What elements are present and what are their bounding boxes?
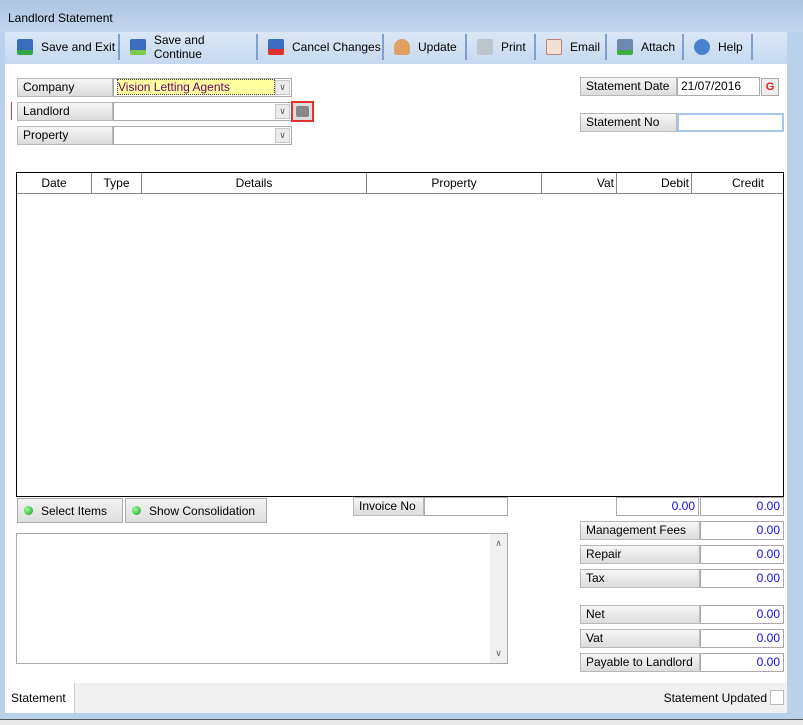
required-marker (11, 102, 12, 120)
email-icon (546, 39, 562, 55)
company-label: Company (17, 78, 113, 97)
address-book-icon (296, 106, 309, 117)
calendar-icon[interactable]: G (761, 78, 779, 96)
management-fees-value: 0.00 (700, 521, 784, 540)
column-header-property[interactable]: Property (367, 173, 542, 194)
toolbar: Save and Exit Save and Continue Cancel C… (5, 32, 787, 64)
taskbar-strip (0, 719, 803, 725)
show-consolidation-button[interactable]: Show Consolidation (125, 498, 267, 523)
column-header-vat[interactable]: Vat (542, 173, 617, 194)
save-continue-icon (130, 39, 146, 55)
save-and-exit-button[interactable]: Save and Exit (7, 32, 117, 62)
statement-no-label: Statement No (580, 113, 677, 132)
payable-to-landlord-label: Payable to Landlord (580, 653, 700, 672)
statement-date-input[interactable]: 21/07/2016 (677, 77, 760, 96)
management-fees-label: Management Fees (580, 521, 700, 540)
update-user-icon (394, 39, 410, 55)
cancel-icon (268, 39, 284, 55)
notes-textarea[interactable]: ∧ ∨ (16, 533, 508, 664)
net-label: Net (580, 605, 700, 624)
update-button[interactable]: Update (384, 32, 464, 62)
statement-updated-label: Statement Updated (663, 691, 767, 705)
cancel-changes-button[interactable]: Cancel Changes (258, 32, 381, 62)
notes-scrollbar[interactable]: ∧ ∨ (490, 534, 507, 663)
green-status-icon (24, 506, 33, 515)
green-status-icon (132, 506, 141, 515)
printer-icon (477, 39, 493, 55)
landlord-label: Landlord (17, 102, 113, 121)
property-combo[interactable]: ∨ (113, 126, 292, 145)
property-label: Property (17, 126, 113, 145)
scroll-up-icon[interactable]: ∧ (490, 538, 507, 549)
landlord-combo[interactable]: ∨ (113, 102, 292, 121)
vat-label: Vat (580, 629, 700, 648)
transactions-grid[interactable]: Date Type Details Property Vat Debit Cre… (16, 172, 784, 497)
debit-total: 0.00 (616, 497, 699, 516)
tab-strip: Statement Statement Updated (5, 683, 787, 713)
column-header-type[interactable]: Type (92, 173, 142, 194)
window-title: Landlord Statement (8, 11, 113, 25)
vat-value: 0.00 (700, 629, 784, 648)
chevron-down-icon[interactable]: ∨ (275, 104, 290, 119)
chevron-down-icon[interactable]: ∨ (275, 80, 290, 95)
statement-no-input[interactable] (677, 113, 784, 132)
repair-label: Repair (580, 545, 700, 564)
column-header-credit[interactable]: Credit (692, 173, 783, 194)
attach-button[interactable]: Attach (607, 32, 683, 62)
invoice-no-input[interactable] (424, 497, 508, 516)
repair-value: 0.00 (700, 545, 784, 564)
column-header-debit[interactable]: Debit (617, 173, 692, 194)
help-button[interactable]: Help (684, 32, 750, 62)
tax-label: Tax (580, 569, 700, 588)
column-header-date[interactable]: Date (17, 173, 92, 194)
net-value: 0.00 (700, 605, 784, 624)
tab-statement[interactable]: Statement (5, 683, 75, 713)
select-items-button[interactable]: Select Items (17, 498, 123, 523)
statement-updated-checkbox[interactable] (770, 690, 784, 705)
credit-total: 0.00 (700, 497, 784, 516)
save-exit-icon (17, 39, 33, 55)
attach-icon (617, 39, 633, 55)
title-bar (0, 0, 803, 32)
column-header-details[interactable]: Details (142, 173, 367, 194)
landlord-lookup-button[interactable] (291, 101, 314, 122)
email-button[interactable]: Email (536, 32, 606, 62)
print-button[interactable]: Print (467, 32, 533, 62)
scroll-down-icon[interactable]: ∨ (490, 648, 507, 659)
payable-to-landlord-value: 0.00 (700, 653, 784, 672)
save-and-continue-button[interactable]: Save and Continue (120, 32, 255, 62)
help-icon (694, 39, 710, 55)
tax-value: 0.00 (700, 569, 784, 588)
chevron-down-icon[interactable]: ∨ (275, 128, 290, 143)
statement-date-label: Statement Date (580, 77, 677, 96)
company-combo[interactable]: Vision Letting Agents ∨ (113, 78, 292, 97)
invoice-no-label: Invoice No (353, 497, 424, 516)
